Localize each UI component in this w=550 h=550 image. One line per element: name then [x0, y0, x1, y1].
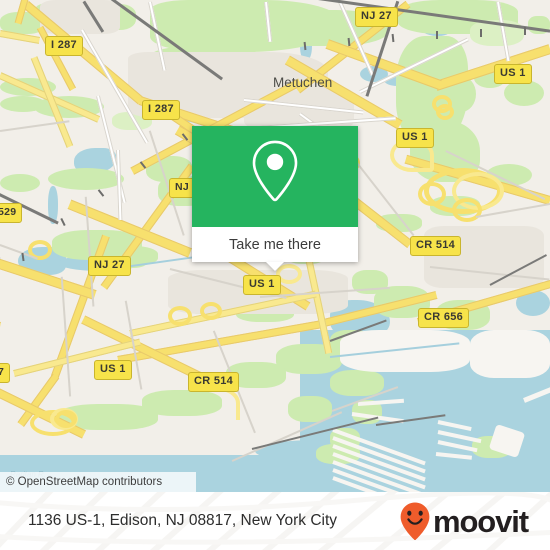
take-me-there-label: Take me there — [229, 236, 321, 253]
road-shield-cr656[interactable]: CR 656 — [418, 308, 470, 328]
moovit-wordmark: moovit — [432, 503, 529, 539]
road-shield-nj27-edge[interactable]: 7 — [0, 363, 11, 383]
park-area-w5 — [48, 168, 124, 190]
map-canvas[interactable]: Metuchen Raritan R. I 287 I 287 NJ 27 US… — [0, 0, 550, 492]
road-shield-cr514-east[interactable]: CR 514 — [410, 236, 462, 256]
road-shield-us1-mid[interactable]: US 1 — [396, 128, 434, 148]
popup-card-header — [192, 126, 358, 227]
interchange-loop-ne4[interactable] — [452, 198, 482, 222]
city-label-metuchen: Metuchen — [273, 75, 333, 90]
road-shield-nj27-north[interactable]: NJ 27 — [355, 7, 398, 27]
road-shield-cr529[interactable]: 529 — [0, 203, 23, 223]
map-pin-icon — [246, 136, 304, 213]
moovit-smiley-pin-icon — [399, 501, 431, 541]
footer-bar: 1136 US-1, Edison, NJ 08817, New York Ci… — [0, 492, 550, 550]
take-me-there-button[interactable]: Take me there — [192, 227, 358, 262]
interchange-loop-us1sw2[interactable] — [168, 306, 192, 326]
road-shield-i287-north[interactable]: I 287 — [45, 36, 83, 56]
interchange-loop-us1sw3[interactable] — [200, 302, 222, 320]
built-area-bay-ne — [470, 330, 550, 378]
road-shield-cr514-sw[interactable]: CR 514 — [188, 372, 240, 392]
popup-card-tail — [266, 262, 284, 271]
railway-tick-8 — [480, 29, 482, 37]
built-area-bay-north — [340, 330, 470, 372]
road-shield-i287-south[interactable]: I 287 — [142, 100, 180, 120]
park-area-w3 — [0, 174, 40, 192]
road-shield-us1-ne[interactable]: US 1 — [494, 64, 532, 84]
railway-tick-7 — [436, 31, 438, 39]
map-attribution[interactable]: © OpenStreetMap contributors — [0, 472, 196, 492]
road-shield-us1-sw[interactable]: US 1 — [94, 360, 132, 380]
interchange-loop-us1sw[interactable] — [55, 410, 77, 428]
road-shield-nj27-sw[interactable]: NJ 27 — [88, 256, 131, 276]
map-screenshot: Metuchen Raritan R. I 287 I 287 NJ 27 US… — [0, 0, 550, 550]
road-shield-us1-center[interactable]: US 1 — [243, 275, 281, 295]
moovit-logo[interactable]: moovit — [399, 501, 529, 541]
attribution-text: © OpenStreetMap contributors — [6, 476, 163, 488]
interchange-loop-ne3[interactable] — [418, 182, 446, 206]
park-area-bay-shore — [330, 370, 384, 396]
location-popup-card[interactable]: Take me there — [192, 126, 358, 262]
interchange-loop-mid2[interactable] — [436, 104, 454, 120]
railway-tick-9 — [524, 27, 526, 35]
footer-content-row: 1136 US-1, Edison, NJ 08817, New York Ci… — [0, 492, 550, 550]
address-label: 1136 US-1, Edison, NJ 08817, New York Ci… — [28, 512, 338, 529]
